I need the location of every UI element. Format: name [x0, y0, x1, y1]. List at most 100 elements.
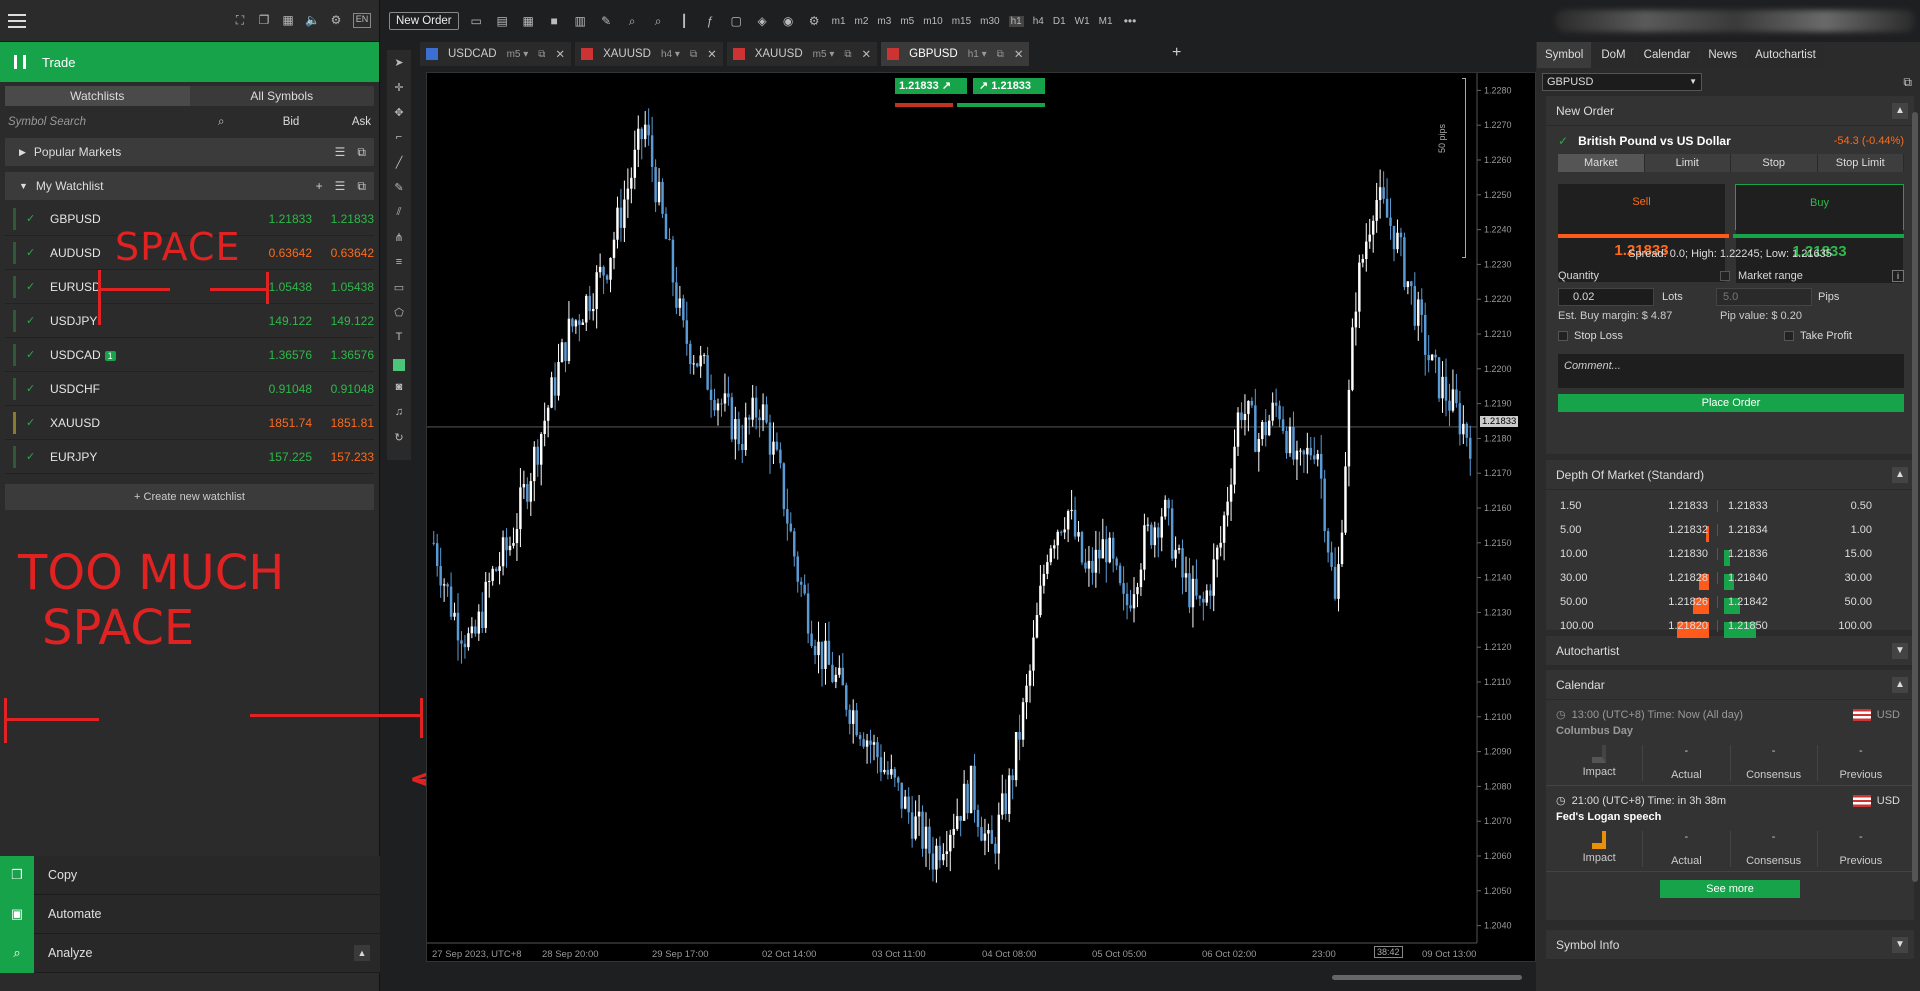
text-icon[interactable]: T — [396, 331, 403, 349]
popout-icon[interactable]: ⧉ — [997, 49, 1004, 60]
language-selector[interactable]: EN — [353, 13, 371, 28]
timeframe-dropdown[interactable]: m5 ▾ — [507, 49, 529, 60]
timeframe-dropdown[interactable]: h4 ▾ — [661, 49, 680, 60]
watchlist-row[interactable]: ✓ XAUUSD 1851.74 1851.81 — [5, 406, 374, 440]
sell-button[interactable]: Sell 1.21833 — [1558, 184, 1725, 282]
sound-icon[interactable]: 🔈 — [305, 13, 320, 28]
new-order-header[interactable]: New Order ▲ — [1546, 96, 1914, 126]
cursor-icon[interactable]: ➤ — [394, 56, 403, 74]
popout-icon[interactable]: ⧉ — [1903, 75, 1912, 90]
shapes-icon[interactable]: ⬠ — [394, 306, 404, 324]
right-tab-autochartist[interactable]: Autochartist — [1747, 42, 1824, 68]
close-icon[interactable]: ✕ — [555, 47, 565, 61]
my-watchlist-header[interactable]: ▼ My Watchlist + ☰ ⧉ — [5, 172, 374, 200]
watchlist-row[interactable]: ✓ USDJPY 149.122 149.122 — [5, 304, 374, 338]
dom-header[interactable]: Depth Of Market (Standard) ▲ — [1546, 460, 1914, 490]
watchlist-row[interactable]: ✓ EURUSD 1.05438 1.05438 — [5, 270, 374, 304]
trade-bar[interactable]: Trade — [0, 42, 379, 82]
order-tab-limit[interactable]: Limit — [1644, 154, 1731, 172]
chart-tab[interactable]: USDCAD m5 ▾ ⧉ ✕ — [420, 42, 572, 66]
list-icon[interactable]: ☰ — [335, 145, 346, 160]
timeframe-m3[interactable]: m3 — [877, 16, 891, 27]
timeframe-m1[interactable]: m1 — [832, 16, 846, 27]
chart-tab[interactable]: GBPUSD h1 ▾ ⧉ ✕ — [881, 42, 1030, 66]
draw-icon[interactable]: ✎ — [598, 14, 615, 28]
calendar-header[interactable]: Calendar ▲ — [1546, 670, 1914, 700]
ask-box[interactable]: ↗ 1.21833 — [973, 78, 1045, 94]
chart-tab[interactable]: XAUUSD m5 ▾ ⧉ ✕ — [726, 42, 878, 66]
watchlist-row[interactable]: ✓ EURJPY 157.225 157.233 — [5, 440, 374, 474]
symbol-search-input[interactable]: Symbol Search — [8, 116, 218, 128]
pips-input[interactable]: 5.0 — [1716, 288, 1812, 306]
tab-watchlists[interactable]: Watchlists — [5, 86, 190, 106]
collapse-icon[interactable]: ▲ — [1892, 676, 1908, 693]
dom-row[interactable]: 50.00 1.21826 1.21842 50.00 — [1554, 590, 1908, 614]
chart-tab[interactable]: XAUUSD h4 ▾ ⧉ ✕ — [575, 42, 723, 66]
add-tab-icon[interactable]: + — [1172, 44, 1181, 62]
symbol-select[interactable]: GBPUSD ▼ — [1542, 73, 1702, 91]
bell-icon[interactable]: ♫ — [395, 406, 403, 424]
cross-cursor-icon[interactable]: ✥ — [394, 106, 403, 124]
timeframe-m10[interactable]: m10 — [923, 16, 942, 27]
fullscreen-icon[interactable]: ⛶ — [233, 13, 247, 28]
layers-icon[interactable]: ◈ — [754, 14, 771, 28]
create-watchlist-button[interactable]: + Create new watchlist — [5, 484, 374, 510]
order-tab-market[interactable]: Market — [1558, 154, 1645, 172]
tab-all-symbols[interactable]: All Symbols — [190, 86, 375, 106]
market-range-checkbox[interactable] — [1720, 271, 1730, 281]
watchlist-row[interactable]: ✓ USDCHF 0.91048 0.91048 — [5, 372, 374, 406]
collapse-icon[interactable]: ▲ — [1892, 102, 1908, 119]
timeframe-dropdown[interactable]: m5 ▾ — [813, 49, 835, 60]
vertical-scrollbar[interactable] — [1912, 112, 1918, 882]
rectangle-icon[interactable]: ▭ — [394, 281, 404, 299]
dom-row[interactable]: 5.00 1.21832 1.21834 1.00 — [1554, 518, 1908, 542]
calendar-event[interactable]: ◷ 13:00 (UTC+8) Time: Now (All day) USD … — [1546, 700, 1914, 786]
replay-icon[interactable]: ↻ — [394, 431, 403, 449]
collapse-up-icon[interactable]: ▲ — [354, 945, 370, 961]
popout-icon[interactable]: ⧉ — [357, 145, 366, 160]
collapse-icon[interactable]: ▲ — [1892, 466, 1908, 483]
eye-icon[interactable]: ◉ — [780, 14, 797, 28]
layout-icon[interactable]: ▤ — [494, 14, 511, 28]
timeframe-m5[interactable]: m5 — [900, 16, 914, 27]
expand-icon[interactable]: ▼ — [1892, 642, 1908, 659]
timeframe-m15[interactable]: m15 — [952, 16, 971, 27]
quantity-stepper[interactable]: 0.02 — [1558, 288, 1654, 306]
copy-nav[interactable]: ❐ Copy — [0, 855, 380, 895]
right-tab-symbol[interactable]: Symbol — [1537, 42, 1592, 68]
timeframe-D1[interactable]: D1 — [1053, 16, 1066, 27]
measure-icon[interactable]: ⌐ — [396, 131, 402, 149]
new-order-button[interactable]: New Order — [389, 12, 459, 30]
settings-icon[interactable]: ⚙ — [806, 14, 823, 28]
menu-icon[interactable] — [8, 13, 26, 28]
timeframe-M1[interactable]: M1 — [1099, 16, 1113, 27]
single-icon[interactable]: ■ — [546, 14, 563, 28]
right-tab-dom[interactable]: DoM — [1593, 42, 1634, 68]
dom-row[interactable]: 30.00 1.21828 1.21840 30.00 — [1554, 566, 1908, 590]
right-tab-calendar[interactable]: Calendar — [1635, 42, 1699, 68]
timeframe-h4[interactable]: h4 — [1033, 16, 1044, 27]
autochartist-header[interactable]: Autochartist ▼ — [1546, 636, 1914, 666]
order-tab-stop-limit[interactable]: Stop Limit — [1817, 154, 1904, 172]
watchlist-row[interactable]: ✓ USDCAD 1 1.36576 1.36576 — [5, 338, 374, 372]
close-icon[interactable]: ✕ — [1014, 47, 1024, 61]
add-icon[interactable]: + — [316, 179, 323, 194]
see-more-button[interactable]: See more — [1660, 880, 1800, 898]
color-icon[interactable] — [393, 359, 405, 371]
dom-row[interactable]: 1.50 1.21833 1.21833 0.50 — [1554, 494, 1908, 518]
close-icon[interactable]: ✕ — [707, 47, 717, 61]
zoom-out-icon[interactable]: ⌕ — [624, 14, 641, 29]
popout-icon[interactable]: ⧉ — [844, 49, 851, 60]
price-chart[interactable]: 1.2280 1.2270 1.2260 1.2250 1.2240 1.2230 1.22… — [426, 72, 1536, 962]
order-tab-stop[interactable]: Stop — [1731, 154, 1818, 172]
popout-icon[interactable]: ⧉ — [538, 49, 545, 60]
popout-icon[interactable]: ⧉ — [357, 179, 366, 194]
fibonacci-icon[interactable]: ≡ — [396, 256, 402, 274]
channel-icon[interactable]: ⫽ — [397, 206, 402, 224]
symbol-info-header[interactable]: Symbol Info ▼ — [1546, 930, 1914, 960]
dom-row[interactable]: 10.00 1.21830 1.21836 15.00 — [1554, 542, 1908, 566]
chart-canvas[interactable]: 1.2280 1.2270 1.2260 1.2250 1.2240 1.2230 1.22… — [427, 73, 1537, 963]
bid-box[interactable]: 1.21833 ↗ — [895, 78, 967, 94]
stop-loss-checkbox[interactable] — [1558, 331, 1568, 341]
timeframe-m30[interactable]: m30 — [980, 16, 999, 27]
